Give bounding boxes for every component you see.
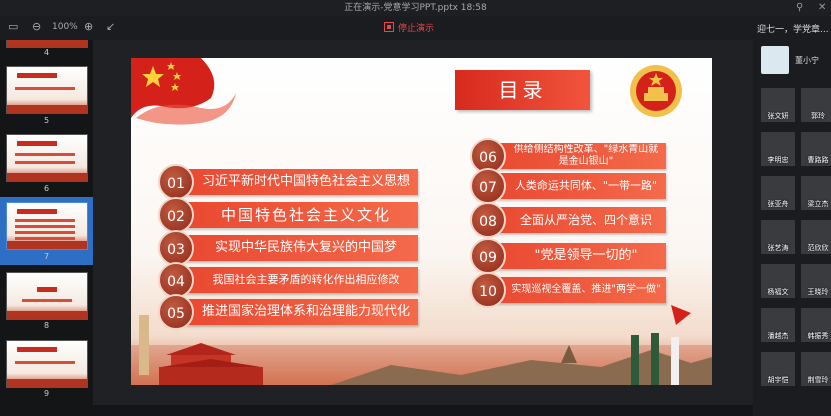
thumbnail-band: [7, 241, 87, 249]
participant-tile[interactable]: 张艺涛: [761, 220, 795, 254]
thumbnail-row: [15, 161, 75, 164]
national-emblem-icon: [630, 65, 682, 117]
window-title: 正在演示-党意学习PPT.pptx 18:58: [344, 3, 487, 13]
participant-tile[interactable]: 郭玲: [801, 88, 831, 122]
thumbnail-row: [15, 361, 75, 364]
item-text: "党是领导一切的": [534, 248, 638, 263]
tiananmen-great-wall-illustration: [131, 305, 712, 385]
item-number: 10: [470, 272, 506, 308]
thumbnail-band: [7, 105, 87, 113]
item-number: 09: [470, 238, 506, 274]
thumbnail-number: 9: [43, 389, 50, 398]
slide-canvas[interactable]: 目录 01 习近平新时代中国特色社会主义思想 02 中国特色社会主义文化 03 …: [131, 58, 712, 385]
participant-tile[interactable]: 潘越杰: [761, 308, 795, 342]
thumbnail-title: [17, 347, 57, 352]
participant-tile[interactable]: 韩振秀: [801, 308, 831, 342]
item-text: 供给侧结构性改革、"绿水青山就是金山银山": [513, 144, 659, 167]
host-participant[interactable]: 董小宁: [761, 46, 831, 76]
participant-tile[interactable]: 胡宇恺: [761, 352, 795, 386]
thumbnail-number: 4: [43, 48, 50, 57]
participant-tile[interactable]: 李明忠: [761, 132, 795, 166]
thumbnail-row: [15, 87, 75, 90]
slide-thumbnail-6[interactable]: [6, 134, 88, 182]
toc-item-04[interactable]: 04 我国社会主要矛盾的转化作出相应修改: [158, 262, 418, 298]
zoom-out-icon[interactable]: ⊖: [32, 20, 41, 33]
close-icon[interactable]: ✕: [818, 0, 826, 16]
thumbnail-row: [15, 231, 75, 234]
participant-tile[interactable]: 杨福文: [761, 264, 795, 298]
presentation-stage: 目录 01 习近平新时代中国特色社会主义思想 02 中国特色社会主义文化 03 …: [93, 40, 753, 416]
participant-tile[interactable]: 张文妍: [761, 88, 795, 122]
toc-item-07[interactable]: 07 人类命运共同体、"一带一路": [470, 168, 666, 204]
thumbnail-number: 8: [43, 321, 50, 330]
toc-item-10[interactable]: 10 实现巡视全覆盖、推进"两学一做": [470, 272, 666, 308]
item-text: 我国社会主要矛盾的转化作出相应修改: [212, 273, 400, 286]
thumbnail-title: [17, 209, 57, 214]
item-text: 全面从严治党、四个意识: [519, 213, 652, 227]
slide-thumbnail-9[interactable]: [6, 340, 88, 388]
toolbar: ▭ ⊖ 100% ⊕ ↙ 停止演示: [0, 16, 750, 40]
toc-heading: 目录: [498, 78, 547, 102]
thumbnail-row: [15, 219, 75, 222]
participant-tile[interactable]: 曹路路: [801, 132, 831, 166]
stop-icon: [384, 22, 394, 32]
avatar: [761, 46, 789, 74]
zoom-level: 100%: [52, 22, 78, 32]
stop-presenting-button[interactable]: 停止演示: [384, 21, 434, 34]
thumbnail-title: [37, 287, 57, 292]
participant-tile[interactable]: 范欣欣: [801, 220, 831, 254]
red-flag-decoration: [131, 58, 236, 125]
toc-item-02[interactable]: 02 中国特色社会主义文化: [158, 197, 418, 233]
zoom-in-icon[interactable]: ⊕: [84, 20, 93, 33]
thumbnail-row: [15, 237, 75, 240]
participant-name: 董小宁: [795, 56, 819, 65]
title-bar: 正在演示-党意学习PPT.pptx 18:58 ⚲ ✕: [0, 0, 831, 16]
thumbnail-band: [7, 311, 87, 319]
item-number: 07: [470, 168, 506, 204]
participant-tile[interactable]: 荆雪玲: [801, 352, 831, 386]
pin-icon[interactable]: ⚲: [796, 0, 803, 16]
thumbnail-title: [17, 141, 57, 146]
bottom-bar: [0, 405, 753, 416]
participant-tile[interactable]: 王晓玲: [801, 264, 831, 298]
thumbnail-number: 6: [43, 184, 50, 193]
item-text: 中国特色社会主义文化: [220, 206, 391, 224]
thumbnail-row: [15, 225, 75, 228]
item-text: 人类命运共同体、"一带一路": [514, 179, 658, 192]
toc-heading-box: 目录: [455, 70, 590, 110]
toc-item-06[interactable]: 06 供给侧结构性改革、"绿水青山就是金山银山": [470, 138, 666, 174]
thumbnail-band: [7, 173, 87, 181]
toc-item-03[interactable]: 03 实现中华民族伟大复兴的中国梦: [158, 230, 418, 266]
item-number: 02: [158, 197, 194, 233]
fit-arrow-icon[interactable]: ↙: [106, 20, 115, 33]
thumbnail-title: [17, 73, 57, 78]
slide-thumbnail-5[interactable]: [6, 66, 88, 114]
participants-panel: 迎七一，学党章... 董小宁 张文妍 郭玲 李明忠 曹路路 张亚舟 梁立杰 张艺…: [753, 16, 831, 416]
thumbnail-row: [22, 299, 72, 302]
slide-thumbnail-list[interactable]: 4 5 6 7 8 9: [0, 40, 93, 416]
item-number: 04: [158, 262, 194, 298]
toc-item-09[interactable]: 09 "党是领导一切的": [470, 238, 666, 274]
toc-item-08[interactable]: 08 全面从严治党、四个意识: [470, 202, 666, 238]
meeting-title: 迎七一，学党章...: [757, 25, 829, 35]
item-number: 08: [470, 202, 506, 238]
thumbnail-number: 5: [43, 116, 50, 125]
toc-item-01[interactable]: 01 习近平新时代中国特色社会主义思想: [158, 164, 418, 200]
slide-thumbnail-7[interactable]: [6, 202, 88, 250]
sidebar-toggle-icon[interactable]: ▭: [8, 20, 18, 33]
thumbnail-number: 7: [43, 252, 50, 261]
item-number: 01: [158, 164, 194, 200]
thumbnail-row: [15, 153, 75, 156]
participant-tile[interactable]: 张亚舟: [761, 176, 795, 210]
slide-thumbnail-4[interactable]: [6, 40, 88, 48]
item-text: 实现中华民族伟大复兴的中国梦: [214, 240, 397, 255]
item-text: 实现巡视全覆盖、推进"两学一做": [511, 284, 661, 295]
thumbnail-band: [7, 40, 87, 47]
item-text: 习近平新时代中国特色社会主义思想: [201, 174, 410, 189]
slide-thumbnail-8[interactable]: [6, 272, 88, 320]
item-number: 03: [158, 230, 194, 266]
participant-tile[interactable]: 梁立杰: [801, 176, 831, 210]
thumbnail-band: [7, 379, 87, 387]
